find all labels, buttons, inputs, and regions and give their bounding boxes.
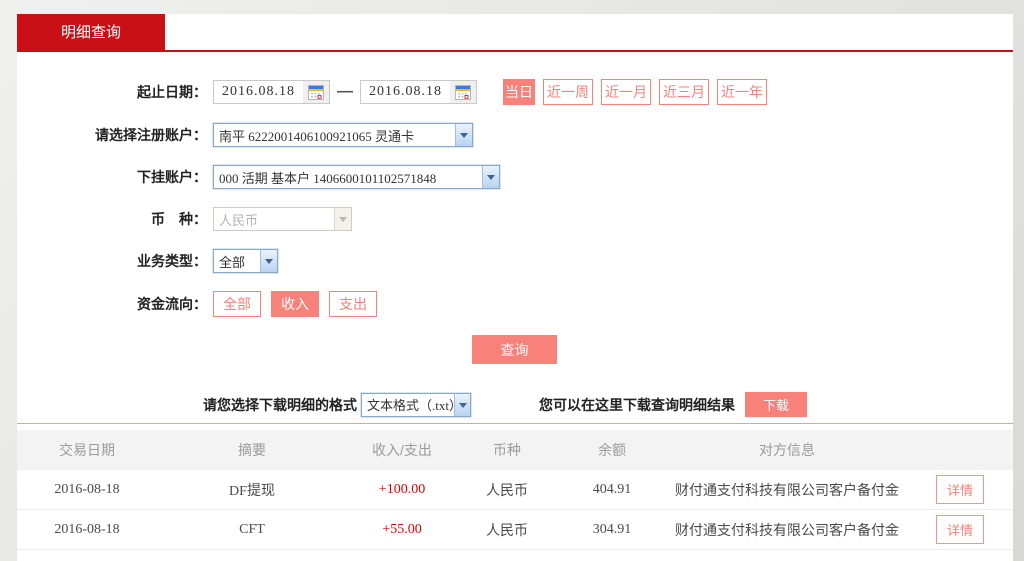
header-balance: 余额 (598, 442, 626, 458)
cell-amount: +100.00 (378, 481, 426, 497)
header-income-expense: 收入/支出 (372, 442, 432, 458)
chevron-down-icon (260, 250, 277, 272)
table-row: 2016-08-18 CFT +55.00 人民币 304.91 财付通支付科技… (17, 510, 1013, 550)
date-range-label: 起止日期： (137, 84, 207, 100)
currency-label: 币 种： (151, 211, 207, 227)
start-date-calendar-button[interactable] (303, 81, 329, 103)
currency-select: 人民币 (213, 207, 352, 231)
query-form: 起止日期： 2016.08.18 — 2016.08.18 当日 近一周 近一月… (17, 52, 1013, 364)
tab-bar: 明细查询 (17, 14, 1013, 52)
business-type-value: 全部 (219, 254, 246, 270)
table-header-row: 交易日期 摘要 收入/支出 币种 余额 对方信息 (17, 430, 1013, 470)
download-button[interactable]: 下载 (745, 392, 807, 417)
end-date-input[interactable]: 2016.08.18 (360, 80, 477, 104)
business-type-row: 业务类型： 全部 (17, 249, 1013, 273)
end-date-calendar-button[interactable] (450, 81, 476, 103)
quick-range-last-quarter-button[interactable]: 近三月 (659, 79, 709, 105)
detail-button[interactable]: 详情 (935, 515, 984, 544)
cell-actions: 详情 (907, 515, 1013, 544)
chevron-down-icon (482, 166, 499, 188)
calendar-icon (455, 84, 471, 100)
chevron-down-icon (454, 393, 470, 416)
download-format-select[interactable]: 文本格式（.txt） (361, 392, 471, 417)
fund-flow-income-button[interactable]: 收入 (271, 291, 319, 317)
registered-account-value: 南平 6222001406100921065 灵通卡 (219, 128, 415, 144)
detail-button[interactable]: 详情 (935, 475, 984, 504)
start-date-value: 2016.08.18 (222, 84, 295, 99)
header-counterparty: 对方信息 (759, 442, 815, 458)
fund-flow-expense-button[interactable]: 支出 (329, 291, 377, 317)
chevron-down-icon (455, 124, 472, 146)
cell-summary: DF提现 (229, 483, 275, 499)
cell-balance: 304.91 (592, 521, 632, 537)
chevron-down-icon (334, 208, 351, 230)
header-summary: 摘要 (238, 442, 266, 458)
results-table: 交易日期 摘要 收入/支出 币种 余额 对方信息 2016-08-18 DF提现… (17, 430, 1013, 550)
business-type-select[interactable]: 全部 (213, 249, 278, 273)
header-trade-date: 交易日期 (59, 442, 115, 458)
quick-range-last-month-button[interactable]: 近一月 (601, 79, 651, 105)
page: 明细查询 起止日期： 2016.08.18 — 2016.08.18 当日 近一… (0, 0, 1024, 561)
cell-currency: 人民币 (486, 523, 528, 539)
cell-trade-date: 2016-08-18 (54, 481, 120, 497)
fund-flow-label: 资金流向： (137, 296, 207, 312)
currency-value: 人民币 (219, 212, 259, 228)
start-date-input[interactable]: 2016.08.18 (213, 80, 330, 104)
cell-trade-date: 2016-08-18 (54, 521, 120, 537)
end-date-value: 2016.08.18 (369, 84, 442, 99)
sub-account-label: 下挂账户： (137, 169, 207, 185)
registered-account-select[interactable]: 南平 6222001406100921065 灵通卡 (213, 123, 473, 147)
cell-counterparty: 财付通支付科技有限公司客户备付金 (675, 483, 899, 499)
download-row: 请您选择下载明细的格式 文本格式（.txt） 您可以在这里下载查询明细结果 下载 (17, 392, 1013, 417)
quick-range-today-button[interactable]: 当日 (503, 79, 535, 105)
sub-account-row: 下挂账户： 000 活期 基本户 1406600101102571848 (17, 165, 1013, 189)
fund-flow-row: 资金流向： 全部 收入 支出 (17, 291, 1013, 317)
tab-detail-query[interactable]: 明细查询 (17, 14, 165, 52)
divider (17, 423, 1013, 424)
download-format-label: 请您选择下载明细的格式 (203, 396, 357, 413)
cell-amount: +55.00 (382, 521, 422, 537)
header-currency: 币种 (493, 442, 521, 458)
cell-summary: CFT (239, 521, 265, 537)
sub-account-select[interactable]: 000 活期 基本户 1406600101102571848 (213, 165, 500, 189)
cell-balance: 404.91 (592, 481, 632, 497)
query-button[interactable]: 查询 (472, 335, 557, 364)
registered-account-label: 请选择注册账户： (95, 127, 207, 143)
calendar-icon (308, 84, 324, 100)
download-hint: 您可以在这里下载查询明细结果 (539, 396, 735, 413)
table-row: 2016-08-18 DF提现 +100.00 人民币 404.91 财付通支付… (17, 470, 1013, 510)
content-panel: 明细查询 起止日期： 2016.08.18 — 2016.08.18 当日 近一… (17, 14, 1013, 561)
business-type-label: 业务类型： (137, 253, 207, 269)
cell-actions: 详情 (907, 475, 1013, 504)
sub-account-value: 000 活期 基本户 1406600101102571848 (219, 170, 437, 186)
cell-counterparty: 财付通支付科技有限公司客户备付金 (675, 523, 899, 539)
date-range-separator: — (337, 83, 353, 100)
registered-account-row: 请选择注册账户： 南平 6222001406100921065 灵通卡 (17, 123, 1013, 147)
quick-range-last-week-button[interactable]: 近一周 (543, 79, 593, 105)
fund-flow-all-button[interactable]: 全部 (213, 291, 261, 317)
cell-currency: 人民币 (486, 483, 528, 499)
currency-row: 币 种： 人民币 (17, 207, 1013, 231)
date-range-row: 起止日期： 2016.08.18 — 2016.08.18 当日 近一周 近一月… (17, 79, 1013, 105)
quick-range-last-year-button[interactable]: 近一年 (717, 79, 767, 105)
download-format-value: 文本格式（.txt） (367, 398, 455, 413)
